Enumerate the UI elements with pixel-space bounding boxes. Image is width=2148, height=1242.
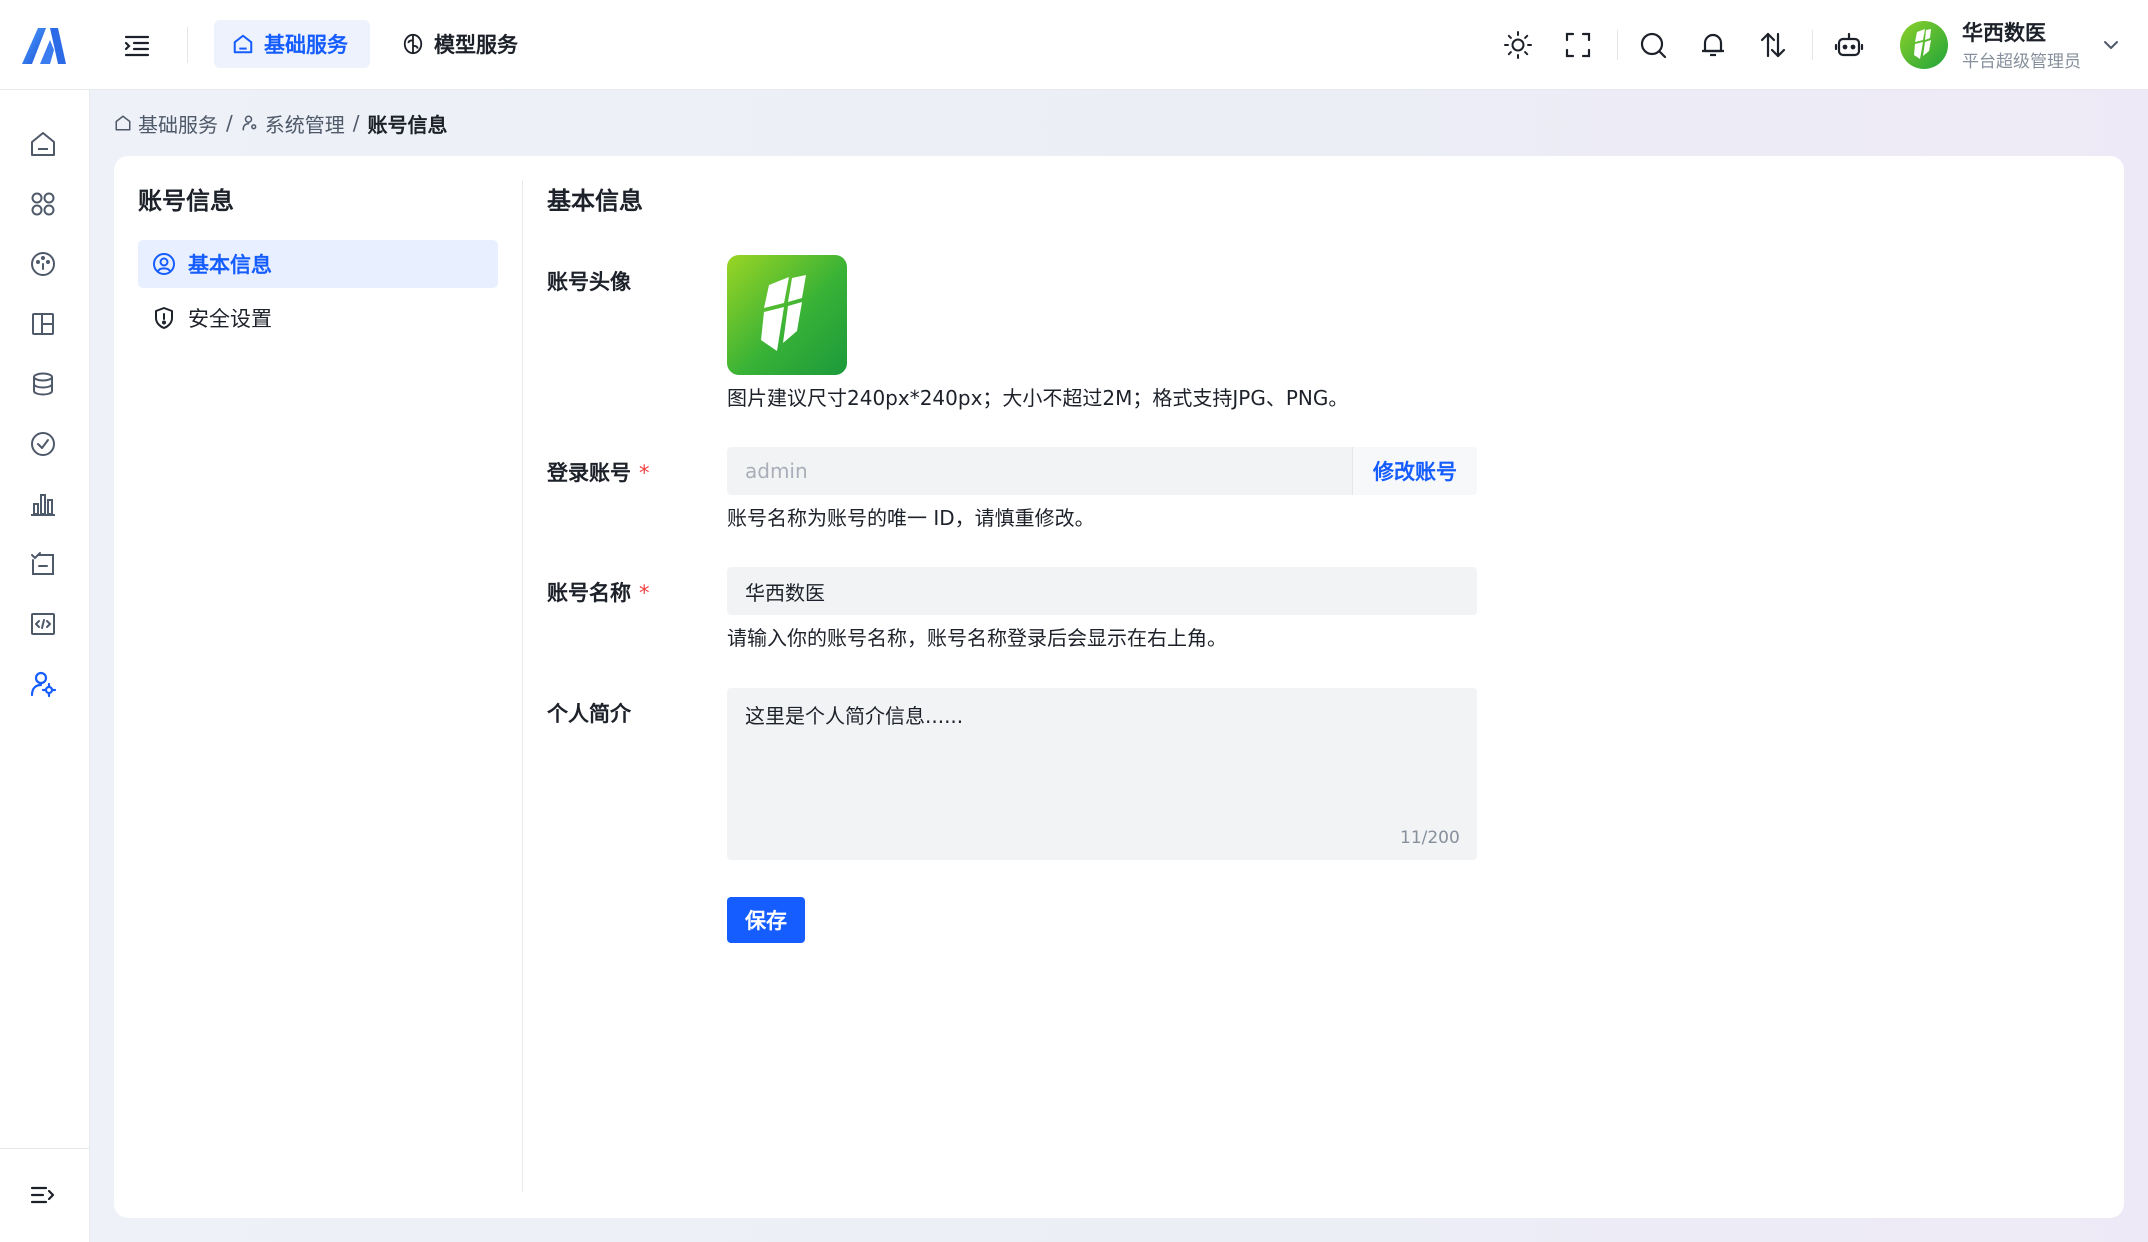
user-settings-icon[interactable] bbox=[28, 669, 58, 699]
robot-icon[interactable] bbox=[1834, 30, 1864, 60]
label-text: 账号名称 bbox=[547, 581, 631, 605]
database-icon[interactable] bbox=[28, 369, 58, 399]
panel-title: 账号信息 bbox=[138, 187, 234, 215]
shield-icon bbox=[152, 306, 176, 330]
menu-item-basic-info[interactable]: 基本信息 bbox=[138, 240, 498, 288]
breadcrumb-label: 基础服务 bbox=[138, 112, 218, 137]
user-settings-icon bbox=[241, 114, 259, 132]
user-circle-icon bbox=[152, 252, 176, 276]
topnav-basic-services[interactable]: 基础服务 bbox=[214, 20, 370, 68]
sun-icon[interactable] bbox=[1503, 30, 1533, 60]
breadcrumb-item-basic-services[interactable]: 基础服务 bbox=[114, 109, 218, 138]
home-icon bbox=[232, 33, 254, 55]
required-mark: * bbox=[639, 461, 650, 485]
avatar-upload[interactable] bbox=[727, 255, 847, 375]
search-icon[interactable] bbox=[1638, 30, 1668, 60]
breadcrumb-separator: / bbox=[226, 111, 233, 135]
brain-icon bbox=[402, 33, 424, 55]
label-text: 登录账号 bbox=[547, 461, 631, 485]
section-title: 基本信息 bbox=[547, 187, 643, 215]
home-icon bbox=[114, 114, 132, 132]
sidebar bbox=[0, 90, 90, 1242]
bio-label: 个人简介 bbox=[547, 702, 631, 726]
account-name-label: 账号名称 * bbox=[547, 577, 650, 607]
menu-item-label: 安全设置 bbox=[188, 307, 272, 331]
account-name-input[interactable]: 华西数医 bbox=[727, 567, 1477, 615]
divider bbox=[0, 1148, 90, 1149]
account-name-help-text: 请输入你的账号名称，账号名称登录后会显示在右上角。 bbox=[727, 626, 1227, 650]
bio-textarea[interactable]: 这里是个人简介信息...... bbox=[727, 688, 1477, 860]
transfer-icon[interactable] bbox=[1758, 30, 1788, 60]
breadcrumb-separator: / bbox=[352, 111, 360, 135]
avatar-label: 账号头像 bbox=[547, 270, 631, 294]
bar-chart-icon[interactable] bbox=[28, 489, 58, 519]
menu-expand-icon[interactable] bbox=[28, 1180, 58, 1210]
divider bbox=[1617, 30, 1618, 60]
app-logo[interactable] bbox=[20, 24, 68, 66]
fullscreen-icon[interactable] bbox=[1563, 30, 1593, 60]
top-bar: 基础服务 模型服务 华西数医 平台超级管理员 bbox=[0, 0, 2148, 90]
topnav-label: 基础服务 bbox=[264, 33, 348, 57]
apps-icon[interactable] bbox=[28, 189, 58, 219]
layout-icon[interactable] bbox=[28, 309, 58, 339]
chevron-down-icon[interactable] bbox=[2100, 34, 2122, 56]
user-role: 平台超级管理员 bbox=[1962, 52, 2081, 72]
home-icon[interactable] bbox=[28, 129, 58, 159]
menu-collapse-icon[interactable] bbox=[123, 33, 151, 59]
required-mark: * bbox=[639, 581, 650, 605]
breadcrumb-item-system-management[interactable]: 系统管理 bbox=[241, 109, 345, 138]
dashboard-icon[interactable] bbox=[28, 249, 58, 279]
divider bbox=[522, 180, 523, 1192]
save-button[interactable]: 保存 bbox=[727, 897, 805, 943]
login-account-label: 登录账号 * bbox=[547, 457, 650, 487]
modify-account-button[interactable]: 修改账号 bbox=[1352, 447, 1477, 495]
bell-icon[interactable] bbox=[1698, 30, 1728, 60]
topnav-model-services[interactable]: 模型服务 bbox=[384, 20, 544, 68]
task-icon[interactable] bbox=[28, 549, 58, 579]
user-name[interactable]: 华西数医 bbox=[1962, 17, 2046, 47]
avatar-help-text: 图片建议尺寸240px*240px；大小不超过2M；格式支持JPG、PNG。 bbox=[727, 386, 1349, 410]
breadcrumb: 基础服务 / 系统管理 / 账号信息 bbox=[114, 108, 448, 138]
menu-item-security-settings[interactable]: 安全设置 bbox=[138, 294, 498, 342]
topnav-label: 模型服务 bbox=[434, 33, 518, 57]
check-circle-icon[interactable] bbox=[28, 429, 58, 459]
breadcrumb-current: 账号信息 bbox=[367, 112, 448, 137]
login-account-help-text: 账号名称为账号的唯一 ID，请慎重修改。 bbox=[727, 506, 1095, 530]
avatar[interactable] bbox=[1900, 21, 1948, 69]
breadcrumb-label: 系统管理 bbox=[264, 112, 345, 137]
divider bbox=[1812, 30, 1813, 60]
bio-char-counter: 11/200 bbox=[1400, 828, 1460, 848]
menu-item-label: 基本信息 bbox=[188, 253, 272, 277]
divider bbox=[187, 27, 188, 63]
code-icon[interactable] bbox=[28, 609, 58, 639]
